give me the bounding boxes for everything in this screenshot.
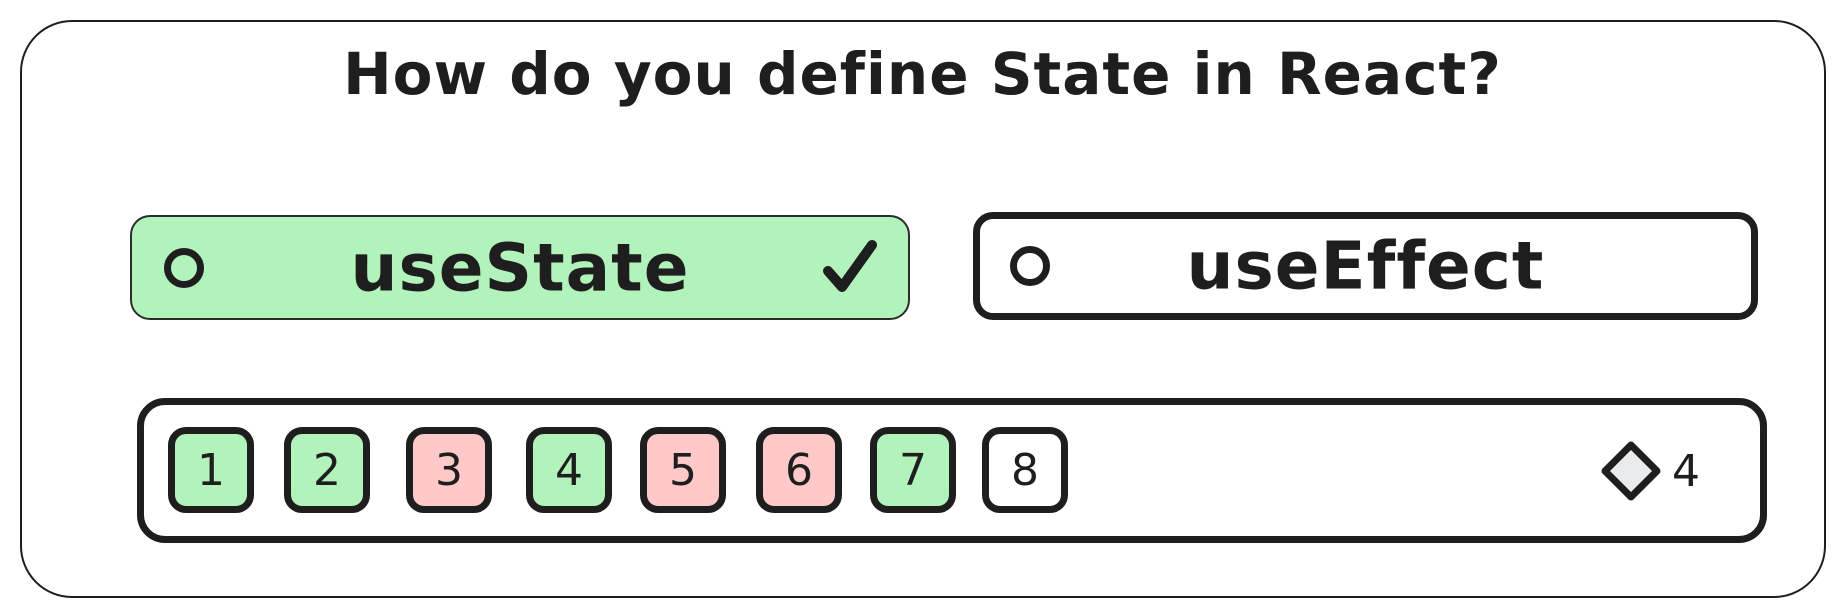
- score-value: 4: [1672, 445, 1700, 497]
- question-number-8[interactable]: 8: [982, 427, 1068, 513]
- question-number-2[interactable]: 2: [284, 427, 370, 513]
- question-title: How do you define State in React?: [343, 40, 1502, 108]
- answer-option-usestate[interactable]: useState: [130, 215, 910, 320]
- diamond-icon: [1601, 441, 1661, 501]
- question-number-6[interactable]: 6: [756, 427, 842, 513]
- question-number-1[interactable]: 1: [168, 427, 254, 513]
- question-number-5[interactable]: 5: [640, 427, 726, 513]
- score-display: 4: [1600, 438, 1700, 504]
- checkmark-icon: [823, 239, 877, 292]
- answer-option-label: useState: [350, 229, 690, 306]
- answer-option-useeffect[interactable]: useEffect: [973, 212, 1758, 320]
- question-number-7[interactable]: 7: [870, 427, 956, 513]
- question-number-4[interactable]: 4: [526, 427, 612, 513]
- question-number-3[interactable]: 3: [406, 427, 492, 513]
- question-progress-bar: 1 2 3 4 5 6 7 8 4: [137, 398, 1767, 543]
- answer-option-label: useEffect: [1186, 227, 1545, 305]
